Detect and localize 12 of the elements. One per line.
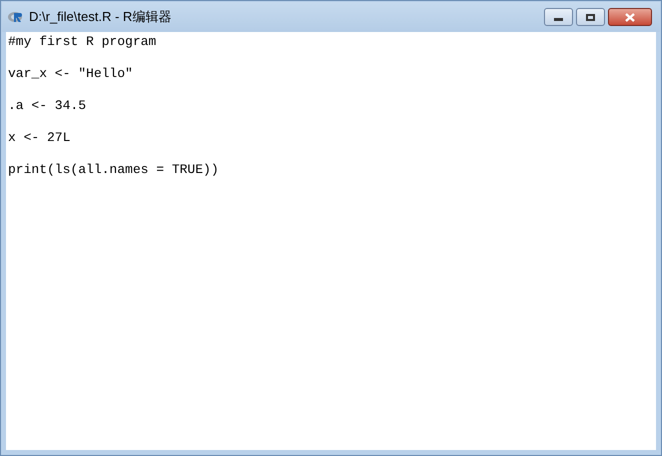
code-line: #my first R program	[8, 34, 158, 51]
editor-area[interactable]: #my first R program var_x <- "Hello" .a <- 34.5 x <- 27L print(ls(all.names = TRUE))	[6, 32, 656, 450]
close-button[interactable]	[608, 8, 652, 26]
code-line: .a <- 34.5	[8, 98, 88, 115]
window-title: D:\r_file\test.R - R编辑器	[29, 8, 172, 26]
maximize-button[interactable]	[576, 8, 605, 26]
code-line: print(ls(all.names = TRUE))	[8, 162, 220, 179]
close-icon	[625, 12, 635, 22]
code-line: var_x <- "Hello"	[8, 66, 134, 83]
code-line: x <- 27L	[8, 130, 72, 147]
minimize-button[interactable]	[544, 8, 573, 26]
r-logo-icon	[8, 10, 24, 24]
